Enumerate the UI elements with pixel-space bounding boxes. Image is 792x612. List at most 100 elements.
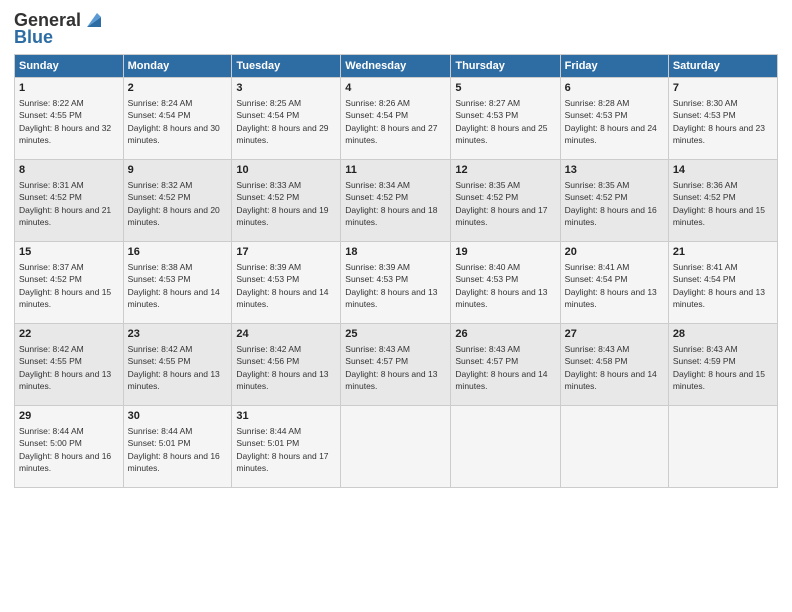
day-number: 8 bbox=[19, 163, 119, 178]
sunset-text: Sunset: 4:52 PM bbox=[455, 192, 518, 202]
day-number: 9 bbox=[128, 163, 228, 178]
sunset-text: Sunset: 4:59 PM bbox=[673, 356, 736, 366]
daylight-text: Daylight: 8 hours and 13 minutes. bbox=[565, 287, 657, 309]
calendar-cell bbox=[341, 406, 451, 488]
calendar-cell: 30Sunrise: 8:44 AMSunset: 5:01 PMDayligh… bbox=[123, 406, 232, 488]
calendar-cell: 14 Sunrise: 8:36 AM Sunset: 4:52 PM Dayligh… bbox=[668, 160, 777, 242]
daylight-text: Daylight: 8 hours and 13 minutes. bbox=[455, 287, 547, 309]
calendar-cell: 21Sunrise: 8:41 AMSunset: 4:54 PMDayligh… bbox=[668, 242, 777, 324]
logo: General Blue bbox=[14, 10, 105, 48]
sunset-text: Sunset: 4:54 PM bbox=[345, 110, 408, 120]
daylight-text: Daylight: 8 hours and 13 minutes. bbox=[19, 369, 111, 391]
day-number: 16 bbox=[128, 245, 228, 260]
sunset-text: Sunset: 4:52 PM bbox=[128, 192, 191, 202]
day-number: 7 bbox=[673, 81, 773, 96]
day-number: 13 bbox=[565, 163, 664, 178]
day-number: 11 bbox=[345, 163, 446, 178]
weekday-header-sunday: Sunday bbox=[15, 55, 124, 78]
calendar-cell: 9 Sunrise: 8:32 AM Sunset: 4:52 PM Daylight… bbox=[123, 160, 232, 242]
sunrise-text: Sunrise: 8:26 AM bbox=[345, 98, 410, 108]
calendar-week-row: 15Sunrise: 8:37 AMSunset: 4:52 PMDayligh… bbox=[15, 242, 778, 324]
daylight-text: Daylight: 8 hours and 15 minutes. bbox=[673, 205, 765, 227]
sunset-text: Sunset: 4:52 PM bbox=[673, 192, 736, 202]
sunrise-text: Sunrise: 8:43 AM bbox=[455, 344, 520, 354]
calendar-cell: 16Sunrise: 8:38 AMSunset: 4:53 PMDayligh… bbox=[123, 242, 232, 324]
sunset-text: Sunset: 4:58 PM bbox=[565, 356, 628, 366]
day-number: 26 bbox=[455, 327, 555, 342]
day-number: 17 bbox=[236, 245, 336, 260]
calendar-body: 1Sunrise: 8:22 AMSunset: 4:55 PMDaylight… bbox=[15, 78, 778, 488]
sunrise-text: Sunrise: 8:28 AM bbox=[565, 98, 630, 108]
calendar-cell: 8Sunrise: 8:31 AMSunset: 4:52 PMDaylight… bbox=[15, 160, 124, 242]
daylight-text: Daylight: 8 hours and 13 minutes. bbox=[236, 369, 328, 391]
calendar-cell: 3Sunrise: 8:25 AMSunset: 4:54 PMDaylight… bbox=[232, 78, 341, 160]
calendar-cell: 26Sunrise: 8:43 AMSunset: 4:57 PMDayligh… bbox=[451, 324, 560, 406]
sunset-text: Sunset: 4:55 PM bbox=[19, 356, 82, 366]
sunset-text: Sunset: 4:57 PM bbox=[455, 356, 518, 366]
sunrise-text: Sunrise: 8:34 AM bbox=[345, 180, 410, 190]
day-number: 27 bbox=[565, 327, 664, 342]
daylight-text: Daylight: 8 hours and 27 minutes. bbox=[345, 123, 437, 145]
day-number: 24 bbox=[236, 327, 336, 342]
sunrise-text: Sunrise: 8:40 AM bbox=[455, 262, 520, 272]
sunrise-text: Sunrise: 8:39 AM bbox=[345, 262, 410, 272]
logo-icon bbox=[83, 9, 105, 31]
calendar-cell: 19Sunrise: 8:40 AMSunset: 4:53 PMDayligh… bbox=[451, 242, 560, 324]
page-header: General Blue bbox=[14, 10, 778, 48]
day-number: 3 bbox=[236, 81, 336, 96]
calendar-cell: 28Sunrise: 8:43 AMSunset: 4:59 PMDayligh… bbox=[668, 324, 777, 406]
calendar-cell: 10Sunrise: 8:33 AMSunset: 4:52 PMDayligh… bbox=[232, 160, 341, 242]
sunset-text: Sunset: 4:53 PM bbox=[673, 110, 736, 120]
daylight-text: Daylight: 8 hours and 18 minutes. bbox=[345, 205, 437, 227]
daylight-text: Daylight: 8 hours and 29 minutes. bbox=[236, 123, 328, 145]
day-number: 29 bbox=[19, 409, 119, 424]
sunrise-text: Sunrise: 8:24 AM bbox=[128, 98, 193, 108]
sunrise-text: Sunrise: 8:31 AM bbox=[19, 180, 84, 190]
sunrise-text: Sunrise: 8:44 AM bbox=[128, 426, 193, 436]
calendar-week-row: 1Sunrise: 8:22 AMSunset: 4:55 PMDaylight… bbox=[15, 78, 778, 160]
sunset-text: Sunset: 4:53 PM bbox=[345, 274, 408, 284]
calendar-cell: 17Sunrise: 8:39 AMSunset: 4:53 PMDayligh… bbox=[232, 242, 341, 324]
weekday-header-thursday: Thursday bbox=[451, 55, 560, 78]
daylight-text: Daylight: 8 hours and 25 minutes. bbox=[455, 123, 547, 145]
calendar-cell bbox=[668, 406, 777, 488]
day-number: 22 bbox=[19, 327, 119, 342]
calendar-cell: 20Sunrise: 8:41 AMSunset: 4:54 PMDayligh… bbox=[560, 242, 668, 324]
calendar-cell: 15Sunrise: 8:37 AMSunset: 4:52 PMDayligh… bbox=[15, 242, 124, 324]
calendar-cell: 1Sunrise: 8:22 AMSunset: 4:55 PMDaylight… bbox=[15, 78, 124, 160]
daylight-text: Daylight: 8 hours and 14 minutes. bbox=[128, 287, 220, 309]
sunset-text: Sunset: 4:52 PM bbox=[345, 192, 408, 202]
day-number: 20 bbox=[565, 245, 664, 260]
calendar-cell: 18 Sunrise: 8:39 AM Sunset: 4:53 PM Dayligh… bbox=[341, 242, 451, 324]
sunrise-text: Sunrise: 8:41 AM bbox=[673, 262, 738, 272]
calendar-header-row: SundayMondayTuesdayWednesdayThursdayFrid… bbox=[15, 55, 778, 78]
day-number: 12 bbox=[455, 163, 555, 178]
day-number: 5 bbox=[455, 81, 555, 96]
sunset-text: Sunset: 4:54 PM bbox=[236, 110, 299, 120]
calendar-cell: 27Sunrise: 8:43 AMSunset: 4:58 PMDayligh… bbox=[560, 324, 668, 406]
day-number: 30 bbox=[128, 409, 228, 424]
sunset-text: Sunset: 4:55 PM bbox=[128, 356, 191, 366]
sunset-text: Sunset: 4:54 PM bbox=[673, 274, 736, 284]
daylight-text: Daylight: 8 hours and 15 minutes. bbox=[673, 369, 765, 391]
daylight-text: Daylight: 8 hours and 13 minutes. bbox=[345, 287, 437, 309]
sunrise-text: Sunrise: 8:36 AM bbox=[673, 180, 738, 190]
day-number: 14 bbox=[673, 163, 773, 178]
daylight-text: Daylight: 8 hours and 15 minutes. bbox=[19, 287, 111, 309]
calendar-cell: 29Sunrise: 8:44 AMSunset: 5:00 PMDayligh… bbox=[15, 406, 124, 488]
sunset-text: Sunset: 4:52 PM bbox=[19, 274, 82, 284]
daylight-text: Daylight: 8 hours and 32 minutes. bbox=[19, 123, 111, 145]
daylight-text: Daylight: 8 hours and 16 minutes. bbox=[128, 451, 220, 473]
sunset-text: Sunset: 5:00 PM bbox=[19, 438, 82, 448]
calendar-week-row: 22 Sunrise: 8:42 AM Sunset: 4:55 PM Dayligh… bbox=[15, 324, 778, 406]
sunrise-text: Sunrise: 8:32 AM bbox=[128, 180, 193, 190]
day-number: 18 bbox=[345, 245, 446, 260]
daylight-text: Daylight: 8 hours and 16 minutes. bbox=[565, 205, 657, 227]
calendar-cell: 13Sunrise: 8:35 AMSunset: 4:52 PMDayligh… bbox=[560, 160, 668, 242]
sunrise-text: Sunrise: 8:39 AM bbox=[236, 262, 301, 272]
daylight-text: Daylight: 8 hours and 20 minutes. bbox=[128, 205, 220, 227]
sunrise-text: Sunrise: 8:33 AM bbox=[236, 180, 301, 190]
sunset-text: Sunset: 4:52 PM bbox=[19, 192, 82, 202]
calendar-cell: 4Sunrise: 8:26 AMSunset: 4:54 PMDaylight… bbox=[341, 78, 451, 160]
sunrise-text: Sunrise: 8:42 AM bbox=[128, 344, 193, 354]
